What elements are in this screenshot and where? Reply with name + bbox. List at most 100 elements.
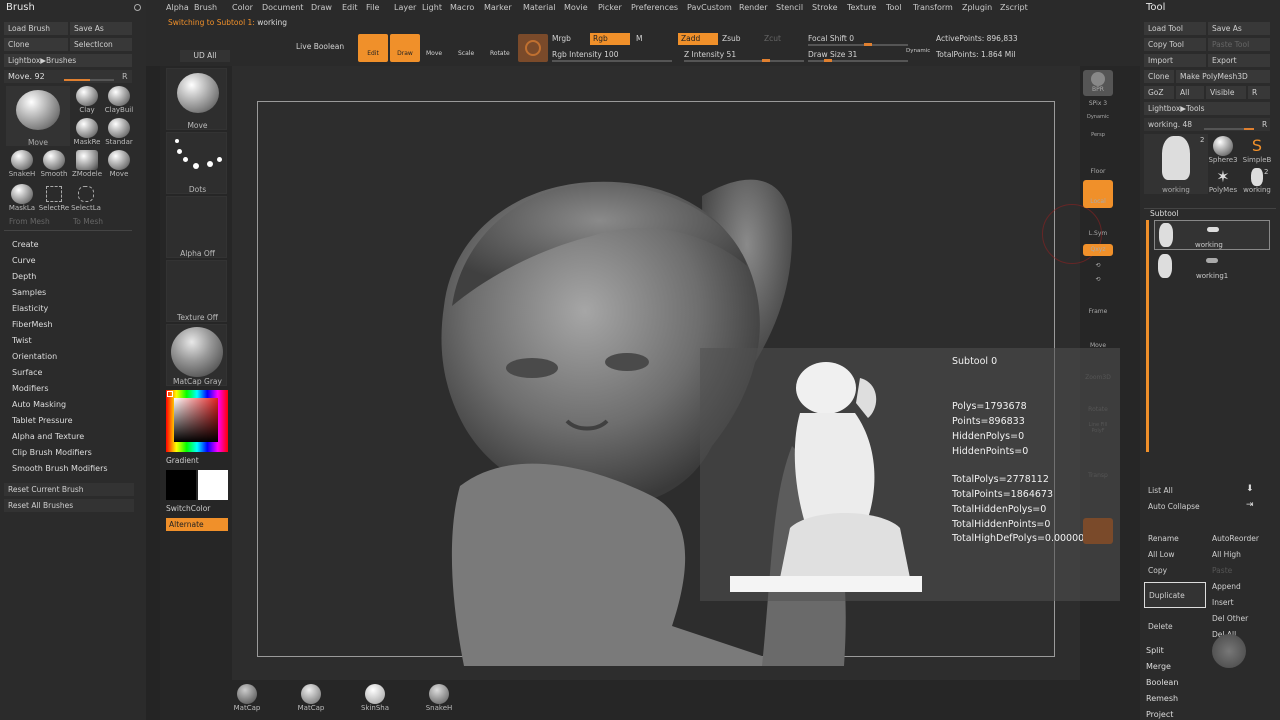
- all-low-button[interactable]: All Low: [1144, 548, 1206, 561]
- shelf-material[interactable]: MatCap Gray: [166, 324, 227, 386]
- reset-all-brushes-button[interactable]: Reset All Brushes: [4, 499, 134, 512]
- brush-menu-create[interactable]: Create: [12, 240, 39, 249]
- brush-menu-orientation[interactable]: Orientation: [12, 352, 57, 361]
- export-button[interactable]: Export: [1208, 54, 1270, 67]
- brush-slider[interactable]: Move. 92 R: [4, 70, 132, 83]
- menu-tool[interactable]: Tool: [886, 3, 902, 12]
- zoom3d-button[interactable]: Zoom3D: [1083, 360, 1113, 386]
- tool-menu-split[interactable]: Split: [1146, 646, 1164, 655]
- brush-claybuildup[interactable]: ClayBuil: [102, 86, 136, 114]
- shelf-alpha[interactable]: Alpha Off: [166, 196, 227, 258]
- linefill-button[interactable]: Line Fill PolyF: [1083, 420, 1113, 446]
- paste-subtool-button[interactable]: Paste: [1208, 564, 1270, 577]
- floor-button[interactable]: Floor: [1083, 154, 1113, 180]
- zcut-button[interactable]: Zcut: [764, 34, 781, 43]
- menu-render[interactable]: Render: [739, 3, 767, 12]
- tool-menu-boolean[interactable]: Boolean: [1146, 678, 1178, 687]
- arrow-down-icon[interactable]: ⬇: [1246, 484, 1254, 494]
- material-swatch[interactable]: [518, 34, 548, 62]
- tool-thumb-polymesh[interactable]: ✶ PolyMes: [1208, 168, 1238, 195]
- del-other-button[interactable]: Del Other: [1208, 612, 1270, 625]
- rotate-z-icon[interactable]: ⟲: [1083, 276, 1113, 286]
- menu-texture[interactable]: Texture: [847, 3, 876, 12]
- m-button[interactable]: M: [636, 34, 642, 43]
- color-picker[interactable]: [166, 390, 228, 452]
- brush-menu-elasticity[interactable]: Elasticity: [12, 304, 48, 313]
- menu-material[interactable]: Material: [523, 3, 556, 12]
- live-boolean-button[interactable]: Live Boolean: [296, 42, 344, 51]
- brush-menu-fibermesh[interactable]: FiberMesh: [12, 320, 53, 329]
- brush-menu-twist[interactable]: Twist: [12, 336, 32, 345]
- visible-button[interactable]: Visible: [1206, 86, 1246, 99]
- load-brush-button[interactable]: Load Brush: [4, 22, 68, 35]
- bottom-matcap-2[interactable]: MatCap: [296, 684, 326, 712]
- rgb-button[interactable]: Rgb: [590, 33, 630, 45]
- brush-menu-surface[interactable]: Surface: [12, 368, 42, 377]
- copy-subtool-button[interactable]: Copy: [1144, 564, 1206, 577]
- brush-menu-clip-brush-modifiers[interactable]: Clip Brush Modifiers: [12, 448, 92, 457]
- current-brush-thumb[interactable]: Move: [6, 86, 70, 147]
- menu-file[interactable]: File: [366, 3, 379, 12]
- menu-stroke[interactable]: Stroke: [812, 3, 838, 12]
- menu-zplugin[interactable]: Zplugin: [962, 3, 992, 12]
- save-as-tool-button[interactable]: Save As: [1208, 22, 1270, 35]
- menu-picker[interactable]: Picker: [598, 3, 622, 12]
- bottom-snakehook[interactable]: SnakeH: [422, 684, 456, 712]
- spix-slider[interactable]: SPix 3: [1083, 100, 1113, 110]
- all-high-button[interactable]: All High: [1208, 548, 1270, 561]
- tool-thumb-simplebrush[interactable]: S SimpleB: [1240, 136, 1274, 164]
- dynamic-button[interactable]: Dynamic: [906, 48, 930, 54]
- brush-snakehook[interactable]: SnakeH: [6, 150, 38, 178]
- lightbox-tools-button[interactable]: Lightbox▶Tools: [1144, 102, 1270, 115]
- tool-menu-merge[interactable]: Merge: [1146, 662, 1171, 671]
- select-icon-button[interactable]: SelectIcon: [70, 38, 132, 51]
- xyz-button[interactable]: Qxyz: [1083, 244, 1113, 256]
- delete-button[interactable]: Delete: [1144, 620, 1206, 633]
- brush-menu-smooth-brush-modifiers[interactable]: Smooth Brush Modifiers: [12, 464, 108, 473]
- tool-slider[interactable]: working. 48 R: [1144, 118, 1270, 131]
- rotate-button[interactable]: Rotate: [490, 50, 510, 57]
- menu-preferences[interactable]: Preferences: [631, 3, 678, 12]
- brush-menu-auto-masking[interactable]: Auto Masking: [12, 400, 66, 409]
- edit-button[interactable]: Edit: [358, 34, 388, 62]
- switchcolor-button[interactable]: SwitchColor: [166, 504, 210, 513]
- rename-button[interactable]: Rename: [1144, 532, 1206, 545]
- clone-tool-button[interactable]: Clone: [1144, 70, 1174, 83]
- menu-draw[interactable]: Draw: [311, 3, 332, 12]
- eye-icon[interactable]: [1206, 258, 1218, 263]
- brush-menu-modifiers[interactable]: Modifiers: [12, 384, 49, 393]
- brush-menu-alpha-and-texture[interactable]: Alpha and Texture: [12, 432, 84, 441]
- tool-thumb-sphere3d[interactable]: Sphere3: [1208, 136, 1238, 164]
- tool-menu-remesh[interactable]: Remesh: [1146, 694, 1178, 703]
- move-button[interactable]: Move: [426, 50, 442, 57]
- from-mesh-button[interactable]: From Mesh: [9, 217, 50, 226]
- tool-thumb-working[interactable]: working 2: [1144, 134, 1208, 194]
- menu-movie[interactable]: Movie: [564, 3, 588, 12]
- persp-button[interactable]: Persp: [1083, 124, 1113, 140]
- lightbox-brushes-button[interactable]: Lightbox▶Brushes: [4, 54, 132, 67]
- make-polymesh-button[interactable]: Make PolyMesh3D: [1176, 70, 1270, 83]
- save-as-button[interactable]: Save As: [70, 22, 132, 35]
- scale-button[interactable]: Scale: [458, 50, 474, 57]
- brush-maskrect[interactable]: MaskRe: [72, 118, 102, 146]
- move-view-button[interactable]: Move: [1083, 328, 1113, 354]
- transp-button[interactable]: Transp: [1083, 458, 1113, 484]
- tool-thumb-working2[interactable]: working 2: [1240, 168, 1274, 194]
- brush-standard[interactable]: Standar: [102, 118, 136, 146]
- autoreorder-button[interactable]: AutoReorder: [1208, 532, 1270, 545]
- shelf-brush-move[interactable]: Move: [166, 68, 227, 130]
- menu-stencil[interactable]: Stencil: [776, 3, 803, 12]
- brush-clay[interactable]: Clay: [72, 86, 102, 114]
- focal-shift-slider[interactable]: Focal Shift 0: [808, 34, 854, 43]
- goz-all-button[interactable]: All: [1176, 86, 1204, 99]
- tool-menu-project[interactable]: Project: [1146, 710, 1173, 719]
- import-button[interactable]: Import: [1144, 54, 1206, 67]
- rgb-intensity-slider[interactable]: Rgb Intensity 100: [552, 50, 618, 59]
- list-all-button[interactable]: List All: [1144, 484, 1204, 497]
- menu-alpha[interactable]: Alpha: [166, 3, 189, 12]
- menu-zscript[interactable]: Zscript: [1000, 3, 1028, 12]
- menu-color[interactable]: Color: [232, 3, 253, 12]
- subtool-item-working[interactable]: working: [1154, 220, 1270, 250]
- rotate-y-icon[interactable]: ⟲: [1083, 262, 1113, 272]
- brush-menu-curve[interactable]: Curve: [12, 256, 36, 265]
